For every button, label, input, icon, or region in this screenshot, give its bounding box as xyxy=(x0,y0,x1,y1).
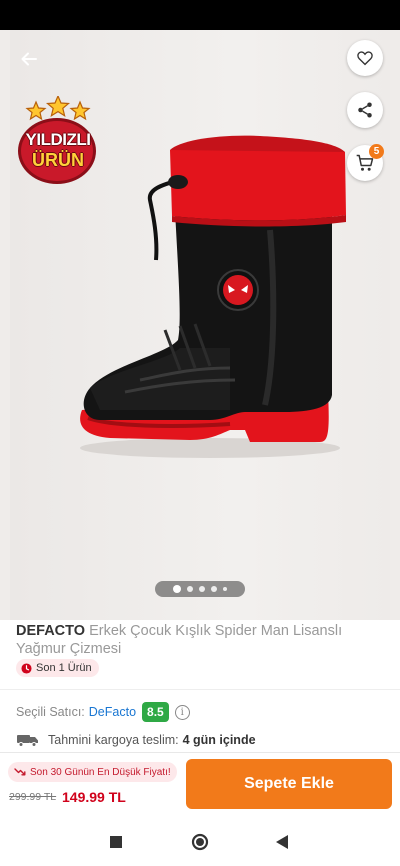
cart-count-badge: 5 xyxy=(369,144,384,159)
seller-rating-badge: 8.5 xyxy=(142,702,169,722)
share-button[interactable] xyxy=(347,92,383,128)
nav-recents-icon xyxy=(110,836,122,848)
product-image-carousel[interactable]: 5 YILDIZLI ÜRÜN xyxy=(0,30,400,620)
carousel-dot[interactable] xyxy=(199,586,205,592)
seller-name-link[interactable]: DeFacto xyxy=(89,705,136,719)
lowest-price-text: Son 30 Günün En Düşük Fiyatı! xyxy=(30,766,171,778)
favorite-button[interactable] xyxy=(347,40,383,76)
shipping-row: Tahmini kargoya teslim: 4 gün içinde xyxy=(16,731,256,749)
old-price: 299.99 TL xyxy=(9,791,57,803)
carousel-dot[interactable] xyxy=(223,587,227,591)
clock-icon xyxy=(21,662,32,674)
nav-back-icon xyxy=(275,835,288,849)
section-divider xyxy=(0,689,400,690)
carousel-dot[interactable] xyxy=(187,586,193,592)
back-button[interactable] xyxy=(12,42,46,76)
truck-icon xyxy=(17,735,38,747)
stock-text: Son 1 Ürün xyxy=(36,662,92,674)
product-photo-boot xyxy=(80,135,346,458)
cart-button[interactable]: 5 xyxy=(347,144,384,181)
seller-label: Seçili Satıcı: xyxy=(16,705,85,719)
lowest-price-badge: Son 30 Günün En Düşük Fiyatı! xyxy=(8,762,177,782)
trend-down-icon xyxy=(14,768,26,776)
nav-back-button[interactable] xyxy=(272,832,292,852)
carousel-dot[interactable] xyxy=(211,586,217,592)
back-arrow-icon xyxy=(21,52,37,66)
carousel-dot[interactable] xyxy=(173,585,181,593)
nav-recents-button[interactable] xyxy=(106,832,126,852)
shipping-label: Tahmini kargoya teslim: xyxy=(48,733,179,747)
product-title: DEFACTO Erkek Çocuk Kışlık Spider Man Li… xyxy=(16,622,366,658)
nav-home-icon xyxy=(191,833,209,851)
purchase-bar: Son 30 Günün En Düşük Fiyatı! 299.99 TL … xyxy=(0,752,400,818)
info-icon[interactable]: i xyxy=(174,704,190,720)
system-navigation-bar xyxy=(0,818,400,866)
add-to-cart-button[interactable]: Sepete Ekle xyxy=(186,759,392,809)
shipping-value: 4 gün içinde xyxy=(182,733,256,747)
share-icon xyxy=(358,102,372,118)
status-bar xyxy=(0,0,400,30)
heart-icon xyxy=(357,51,373,66)
product-brand[interactable]: DEFACTO xyxy=(16,623,85,639)
seller-row: Seçili Satıcı: DeFacto 8.5 i xyxy=(16,701,190,723)
current-price: 149.99 TL xyxy=(62,789,126,805)
carousel-indicator xyxy=(155,581,245,597)
stock-badge: Son 1 Ürün xyxy=(16,659,99,677)
nav-home-button[interactable] xyxy=(190,832,210,852)
